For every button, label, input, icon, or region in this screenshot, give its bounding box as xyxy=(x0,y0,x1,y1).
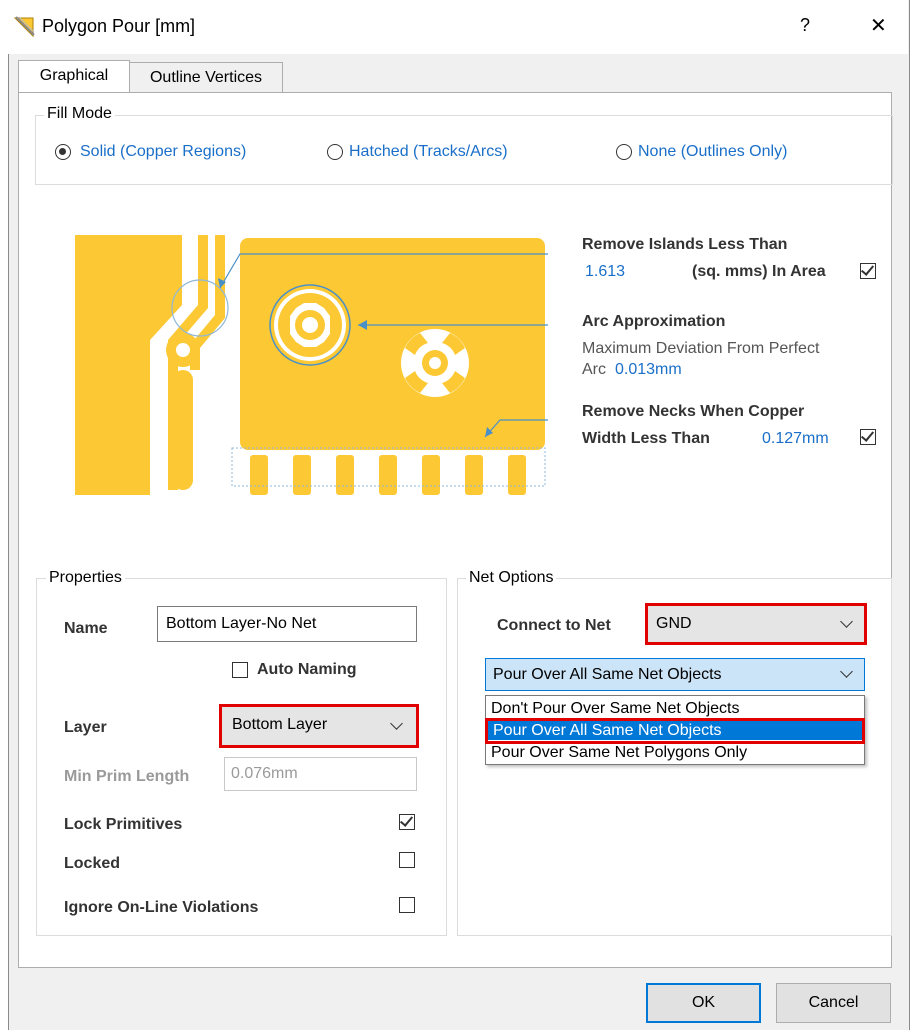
pour-option-same-net-polygons[interactable]: Pour Over Same Net Polygons Only xyxy=(486,743,861,762)
locked-label: Locked xyxy=(64,855,121,872)
remove-necks-checkbox[interactable] xyxy=(860,428,876,445)
pour-option-highlight xyxy=(485,718,865,744)
radio-none-label[interactable]: None (Outlines Only) xyxy=(638,143,787,161)
tab-outline-vertices[interactable]: Outline Vertices xyxy=(129,62,283,93)
cancel-button[interactable]: Cancel xyxy=(776,983,891,1023)
radio-hatched[interactable] xyxy=(327,144,343,160)
radio-solid[interactable] xyxy=(55,144,71,160)
lock-primitives-checkbox[interactable] xyxy=(399,813,415,830)
layer-label: Layer xyxy=(64,719,107,736)
remove-islands-value[interactable]: 1.613 xyxy=(585,263,625,281)
remove-necks-value[interactable]: 0.127mm xyxy=(762,430,829,448)
pour-mode-value: Pour Over All Same Net Objects xyxy=(493,666,722,683)
fill-mode-label: Fill Mode xyxy=(44,105,115,123)
arc-approx-prefix: Arc xyxy=(582,361,606,378)
remove-islands-checkbox[interactable] xyxy=(860,262,876,279)
window-title: Polygon Pour [mm] xyxy=(42,16,196,36)
title-bar: Polygon Pour [mm] ? ✕ xyxy=(8,0,908,54)
lock-primitives-label: Lock Primitives xyxy=(64,816,183,833)
close-button[interactable]: ✕ xyxy=(870,13,887,38)
chevron-down-icon xyxy=(840,665,853,678)
help-button[interactable]: ? xyxy=(800,15,810,36)
pour-option-dont-pour[interactable]: Don't Pour Over Same Net Objects xyxy=(486,699,861,718)
remove-islands-title: Remove Islands Less Than xyxy=(582,236,788,253)
arc-approx-desc: Maximum Deviation From Perfect xyxy=(582,340,820,357)
name-field[interactable]: Bottom Layer-No Net xyxy=(157,606,417,642)
name-label: Name xyxy=(64,620,108,637)
arc-approx-value[interactable]: 0.013mm xyxy=(615,361,682,379)
min-prim-length-value: 0.076mm xyxy=(231,765,298,782)
radio-hatched-label[interactable]: Hatched (Tracks/Arcs) xyxy=(349,143,508,161)
auto-naming-checkbox[interactable] xyxy=(232,662,248,678)
name-field-value: Bottom Layer-No Net xyxy=(166,615,317,632)
radio-solid-label[interactable]: Solid (Copper Regions) xyxy=(80,143,246,161)
remove-necks-label: Width Less Than xyxy=(582,430,710,447)
connect-to-net-label: Connect to Net xyxy=(497,617,611,634)
checkmark-icon xyxy=(860,428,875,442)
polygon-pour-icon xyxy=(13,16,35,38)
remove-necks-title: Remove Necks When Copper xyxy=(582,403,805,420)
layer-highlight xyxy=(219,704,419,748)
pour-mode-select[interactable]: Pour Over All Same Net Objects xyxy=(485,658,865,691)
properties-label: Properties xyxy=(46,569,125,587)
arc-approx-title: Arc Approximation xyxy=(582,313,726,330)
ignore-online-label: Ignore On-Line Violations xyxy=(64,899,259,916)
ignore-online-checkbox[interactable] xyxy=(399,897,415,913)
locked-checkbox[interactable] xyxy=(399,852,415,868)
auto-naming-label[interactable]: Auto Naming xyxy=(257,661,357,679)
checkmark-icon xyxy=(399,813,414,827)
tab-graphical[interactable]: Graphical xyxy=(18,60,130,95)
min-prim-length-field[interactable]: 0.076mm xyxy=(224,757,417,791)
radio-none[interactable] xyxy=(616,144,632,160)
pcb-preview-graphic xyxy=(75,235,548,495)
copper-region-left xyxy=(75,235,182,495)
min-prim-length-label: Min Prim Length xyxy=(64,768,190,785)
connect-to-net-highlight xyxy=(645,603,867,645)
net-options-label: Net Options xyxy=(466,569,557,587)
remove-islands-unit: (sq. mms) In Area xyxy=(692,263,826,280)
ok-button[interactable]: OK xyxy=(646,983,761,1023)
checkmark-icon xyxy=(860,262,875,276)
